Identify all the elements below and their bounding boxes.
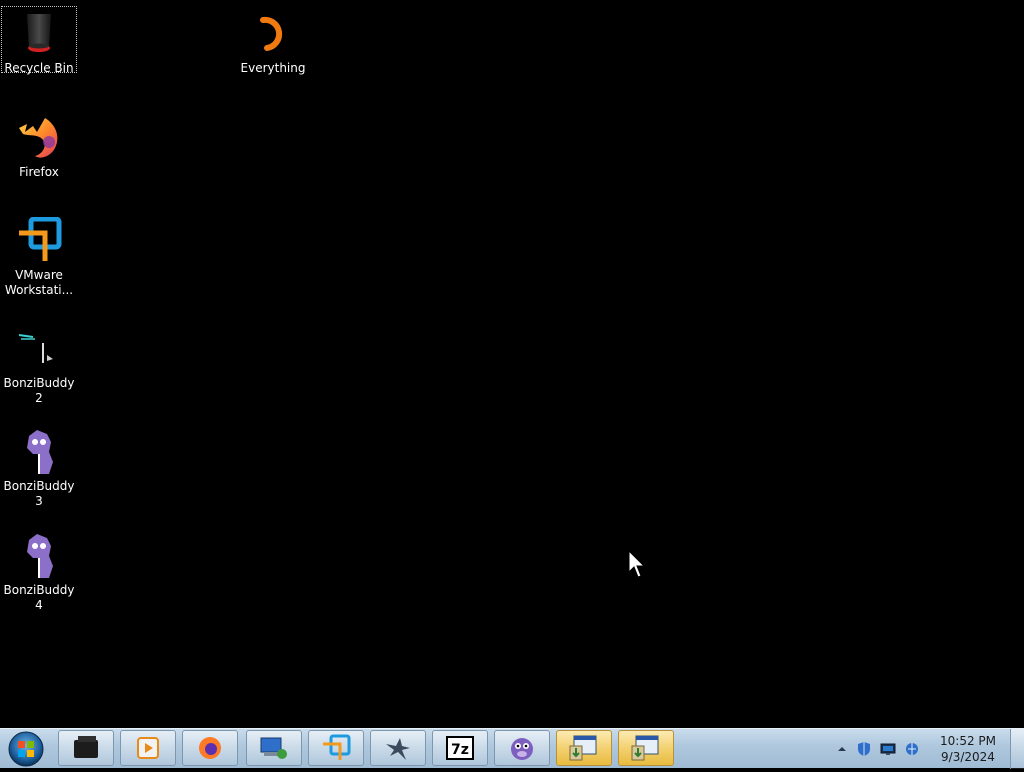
desktop-icon-label: BonziBuddy4 bbox=[3, 583, 75, 612]
terminal-icon bbox=[74, 736, 98, 758]
display-monitor-icon[interactable] bbox=[880, 741, 896, 757]
desktop-icon-label: Recycle Bin bbox=[4, 61, 74, 75]
taskbar-button-eagle[interactable] bbox=[370, 730, 426, 766]
network-icon[interactable] bbox=[904, 741, 920, 757]
clock-time: 10:52 PM bbox=[940, 734, 996, 748]
desktop-icon-label: VMware Workstati... bbox=[4, 268, 74, 297]
taskbar-button-firefox[interactable] bbox=[182, 730, 238, 766]
bonzibuddy-shortcut-icon bbox=[18, 334, 53, 363]
desktop-icon-label: BonziBuddy2 bbox=[3, 376, 75, 405]
svg-text:7z: 7z bbox=[451, 742, 469, 758]
desktop-icon-bonzibuddy4[interactable]: BonziBuddy4 bbox=[1, 528, 77, 613]
installer-window-icon bbox=[631, 735, 659, 761]
network-computer-icon bbox=[260, 737, 287, 759]
taskbar-button-network-computer[interactable] bbox=[246, 730, 302, 766]
eagle-icon bbox=[386, 738, 410, 760]
clock-date: 9/3/2024 bbox=[941, 750, 995, 764]
taskbar-button-installer-1[interactable] bbox=[556, 730, 612, 766]
7zip-icon: 7z bbox=[446, 736, 474, 760]
desktop-icon-recycle-bin[interactable]: Recycle Bin bbox=[1, 6, 77, 75]
desktop-icon-everything[interactable]: Everything bbox=[235, 6, 311, 76]
start-button[interactable] bbox=[4, 730, 48, 768]
vmware-workstation-icon bbox=[19, 217, 62, 261]
desktop-icon-firefox[interactable]: Firefox bbox=[1, 110, 77, 180]
taskbar-button-bonzibuddy[interactable] bbox=[494, 730, 550, 766]
desktop-icon-label: BonziBuddy3 bbox=[3, 479, 75, 508]
desktop-icon-bonzibuddy2[interactable]: BonziBuddy2 bbox=[1, 321, 77, 406]
taskbar-button-vmware[interactable] bbox=[308, 730, 364, 766]
taskbar: 7z 10:52 PM 9/3/2024 bbox=[0, 728, 1024, 769]
bonzi-gorilla-icon bbox=[25, 430, 53, 474]
taskbar-button-terminal[interactable] bbox=[58, 730, 114, 766]
taskbar-button-installer-2[interactable] bbox=[618, 730, 674, 766]
firefox-icon bbox=[19, 118, 58, 158]
desktop-icon-bonzibuddy3[interactable]: BonziBuddy3 bbox=[1, 424, 77, 509]
taskbar-button-media-player[interactable] bbox=[120, 730, 176, 766]
system-tray: 10:52 PM 9/3/2024 bbox=[834, 729, 1024, 769]
bonzi-gorilla-icon bbox=[511, 738, 533, 760]
firefox-icon bbox=[199, 737, 221, 759]
taskbar-button-7zip[interactable]: 7z bbox=[432, 730, 488, 766]
recycle-bin-icon bbox=[27, 14, 51, 52]
mouse-cursor-icon bbox=[628, 550, 646, 578]
installer-window-icon bbox=[569, 735, 597, 761]
everything-search-icon bbox=[260, 16, 283, 51]
show-hidden-icons-arrow[interactable] bbox=[834, 741, 850, 757]
bonzi-gorilla-icon bbox=[25, 534, 53, 578]
clock[interactable]: 10:52 PM 9/3/2024 bbox=[938, 733, 998, 765]
vmware-workstation-icon bbox=[323, 734, 351, 760]
desktop-icon-label: Everything bbox=[240, 61, 306, 75]
media-player-icon bbox=[137, 737, 159, 759]
desktop[interactable]: Recycle Bin Everything Firefox VMware Wo… bbox=[0, 0, 1024, 728]
desktop-icon-label: Firefox bbox=[19, 165, 59, 179]
security-shield-icon[interactable] bbox=[856, 741, 872, 757]
show-desktop-button[interactable] bbox=[1010, 729, 1024, 769]
desktop-icon-vmware-workstation[interactable]: VMware Workstati... bbox=[1, 213, 77, 298]
windows-orb-icon bbox=[8, 731, 44, 767]
